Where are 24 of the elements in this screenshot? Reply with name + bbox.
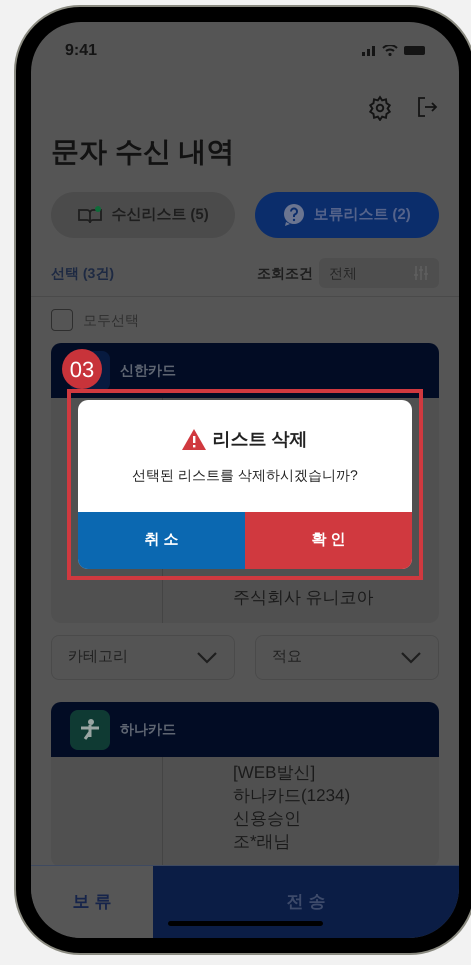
wifi-icon	[382, 45, 398, 56]
warning-icon	[182, 429, 206, 450]
confirm-button[interactable]: 확 인	[245, 512, 412, 569]
list-tab[interactable]: 보류리스트 (2)	[255, 192, 439, 238]
question-bubble-icon	[283, 204, 306, 226]
settings-icon[interactable]	[367, 95, 393, 121]
selection-count: 선택 (3건)	[51, 264, 114, 283]
bottom-action-button[interactable]: 보 류	[31, 866, 153, 938]
page-title: 문자 수신 내역	[50, 135, 236, 169]
chevron-down-icon	[400, 650, 422, 664]
select-all-checkbox[interactable]	[51, 309, 73, 331]
logo-icon	[70, 710, 110, 750]
chevron-down-icon	[196, 650, 218, 664]
book-icon	[77, 205, 104, 225]
status-time: 9:41	[65, 40, 98, 60]
filter-label: 조회조건	[257, 264, 313, 282]
cancel-button[interactable]: 취 소	[78, 512, 245, 569]
dialog-title: 리스트 삭제	[212, 428, 308, 451]
logout-icon[interactable]	[415, 95, 439, 119]
dialog-message: 선택된 리스트를 삭제하시겠습니까?	[132, 466, 358, 485]
battery-icon	[404, 46, 425, 55]
signal-icon	[362, 45, 376, 56]
card-issuer: 신한카드	[120, 361, 176, 380]
card-issuer: 하나카드	[120, 720, 176, 739]
